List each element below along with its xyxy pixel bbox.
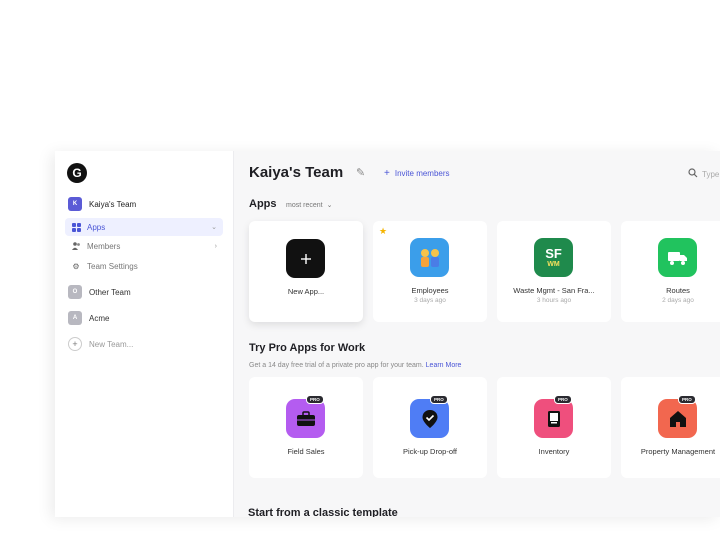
pencil-icon[interactable]: ✎ [356, 166, 365, 179]
people-icon [71, 241, 81, 251]
map-pin-check-icon: PRO [410, 395, 449, 438]
pro-subtitle-text: Get a 14 day free trial of a private pro… [249, 362, 424, 369]
plus-icon: + [384, 168, 390, 179]
grid-icon [71, 222, 81, 232]
team-avatar: O [68, 285, 82, 299]
sf-wm-icon: SF WM [534, 238, 573, 277]
team-acme[interactable]: A Acme [68, 310, 109, 326]
card-timestamp: 3 hours ago [536, 297, 572, 304]
pro-badge: PRO [554, 395, 572, 404]
sidebar-item-apps[interactable]: Apps ⌄ [65, 218, 223, 236]
new-app-card[interactable]: New App... [249, 221, 363, 322]
pro-badge: PRO [430, 395, 448, 404]
invite-members-button[interactable]: + Invite members [384, 168, 450, 179]
sort-label: most recent [286, 201, 323, 209]
briefcase-icon: PRO [286, 395, 325, 438]
pro-badge: PRO [306, 395, 324, 404]
invite-label: Invite members [394, 169, 450, 178]
card-label: Inventory [538, 447, 570, 456]
card-timestamp: 3 days ago [414, 297, 446, 304]
glide-logo[interactable]: G [67, 163, 87, 183]
sidebar-item-label: Team Settings [87, 261, 138, 271]
team-avatar: K [68, 197, 82, 211]
icon-text: SF [545, 246, 562, 261]
card-label: Routes [666, 286, 690, 295]
card-label: Waste Mgmt - San Fra... [513, 286, 595, 295]
pro-card-field-sales[interactable]: PRO Field Sales [249, 377, 363, 478]
app-window: G K Kaiya's Team Apps ⌄ Members › ⚙ Team… [55, 151, 720, 517]
sidebar: G K Kaiya's Team Apps ⌄ Members › ⚙ Team… [55, 151, 234, 517]
book-icon: PRO [534, 395, 573, 438]
sidebar-item-members[interactable]: Members › [65, 237, 223, 255]
template-section-title: Start from a classic template [248, 507, 398, 517]
sort-dropdown[interactable]: most recent ⌄ [286, 201, 333, 210]
plus-icon [286, 239, 325, 278]
page-title: Kaiya's Team [249, 164, 344, 181]
apps-section-title: Apps [249, 198, 277, 210]
truck-icon [658, 238, 697, 277]
card-label: Field Sales [287, 447, 325, 456]
pro-section-title: Try Pro Apps for Work [249, 342, 366, 354]
star-icon[interactable]: ★ [379, 226, 387, 237]
icon-subtext: WM [547, 261, 560, 268]
team-name: Kaiya's Team [89, 199, 137, 209]
new-team-label: New Team... [89, 339, 134, 349]
team-other[interactable]: O Other Team [68, 284, 131, 300]
main-content: Kaiya's Team ✎ + Invite members Type App… [234, 151, 720, 517]
sidebar-item-team-settings[interactable]: ⚙ Team Settings [65, 257, 223, 275]
app-card-employees[interactable]: ★ Employees 3 days ago [373, 221, 487, 322]
search-icon [688, 168, 698, 181]
card-timestamp: 2 days ago [662, 297, 694, 304]
people-emoji-icon [410, 238, 449, 277]
plus-icon: + [68, 337, 82, 351]
search-input[interactable]: Type [688, 168, 719, 181]
sidebar-item-label: Members [87, 241, 121, 251]
pro-section-subtitle: Get a 14 day free trial of a private pro… [249, 362, 461, 369]
house-icon: PRO [658, 395, 697, 438]
pro-badge: PRO [678, 395, 696, 404]
card-label: Pick-up Drop-off [402, 447, 458, 456]
pro-card-property-management[interactable]: PRO Property Management [621, 377, 720, 478]
card-label: Employees [411, 286, 449, 295]
current-team[interactable]: K Kaiya's Team [68, 196, 136, 212]
new-team-button[interactable]: + New Team... [68, 337, 133, 351]
chevron-down-icon: ⌄ [326, 202, 333, 209]
chevron-right-icon: › [214, 242, 217, 250]
team-name: Acme [89, 313, 110, 323]
team-avatar: A [68, 311, 82, 325]
gear-icon: ⚙ [72, 261, 80, 271]
search-placeholder: Type [702, 170, 720, 179]
sidebar-item-label: Apps [87, 222, 106, 232]
learn-more-link[interactable]: Learn More [426, 362, 462, 369]
app-card-routes[interactable]: Routes 2 days ago [621, 221, 720, 322]
pro-card-inventory[interactable]: PRO Inventory [497, 377, 611, 478]
pro-card-pickup-dropoff[interactable]: PRO Pick-up Drop-off [373, 377, 487, 478]
chevron-down-icon: ⌄ [211, 224, 217, 231]
team-name: Other Team [89, 287, 131, 297]
app-card-waste-mgmt[interactable]: SF WM Waste Mgmt - San Fra... 3 hours ag… [497, 221, 611, 322]
card-label: Property Management [640, 447, 716, 456]
card-label: New App... [287, 287, 325, 296]
